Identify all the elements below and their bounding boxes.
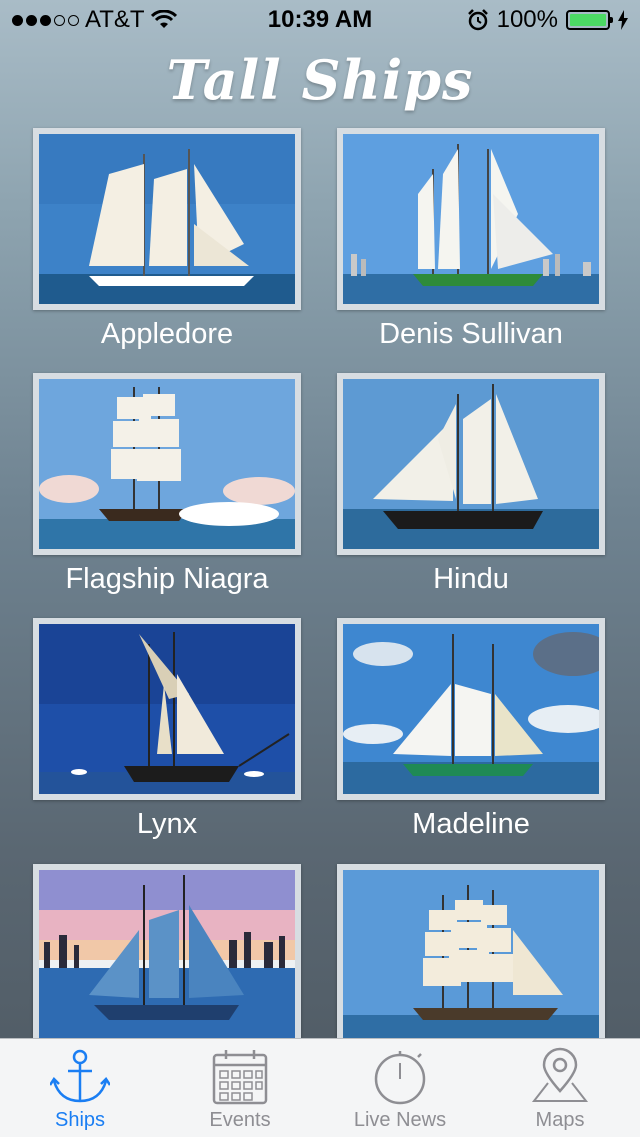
ship-card-appledore[interactable]: Appledore	[33, 128, 301, 351]
ship-card-hindu[interactable]: Hindu	[337, 373, 605, 596]
tab-live-news[interactable]: Live News	[320, 1039, 480, 1137]
calendar-icon	[212, 1050, 268, 1105]
ship-photo[interactable]	[337, 373, 605, 555]
ship-name: Lynx	[136, 808, 198, 840]
tab-label: Ships	[54, 1109, 106, 1131]
ship-card-flagship-niagra[interactable]: Flagship Niagra	[33, 373, 301, 596]
ship-name: Denis Sullivan	[379, 318, 563, 350]
ship-photo[interactable]	[337, 618, 605, 800]
map-pin-icon	[531, 1047, 589, 1102]
tab-bar: Ships Events Live News Maps	[0, 1038, 640, 1137]
ship-name: Hindu	[433, 563, 509, 595]
stopwatch-icon	[374, 1051, 426, 1105]
ship-card-madeline[interactable]: Madeline	[337, 618, 605, 841]
ship-card[interactable]	[33, 864, 301, 1038]
anchor-icon	[50, 1049, 110, 1103]
tab-label: Maps	[535, 1109, 585, 1131]
ship-name: Appledore	[100, 318, 234, 350]
ship-photo[interactable]	[337, 128, 605, 310]
ship-photo[interactable]	[33, 864, 301, 1038]
ship-card[interactable]	[337, 864, 605, 1038]
ship-photo[interactable]	[337, 864, 605, 1038]
tab-ships[interactable]: Ships	[0, 1039, 160, 1137]
ship-grid: Appledore Denis Sullivan Flagship Niagra…	[0, 0, 640, 1038]
ship-card-denis-sullivan[interactable]: Denis Sullivan	[337, 128, 605, 351]
ship-name: Madeline	[412, 808, 530, 840]
ship-photo[interactable]	[33, 128, 301, 310]
tab-label: Live News	[353, 1109, 447, 1131]
tab-label: Events	[209, 1109, 271, 1131]
tab-maps[interactable]: Maps	[480, 1039, 640, 1137]
ship-photo[interactable]	[33, 373, 301, 555]
tab-events[interactable]: Events	[160, 1039, 320, 1137]
ship-name: Flagship Niagra	[65, 563, 269, 595]
ship-photo[interactable]	[33, 618, 301, 800]
ship-card-lynx[interactable]: Lynx	[33, 618, 301, 841]
